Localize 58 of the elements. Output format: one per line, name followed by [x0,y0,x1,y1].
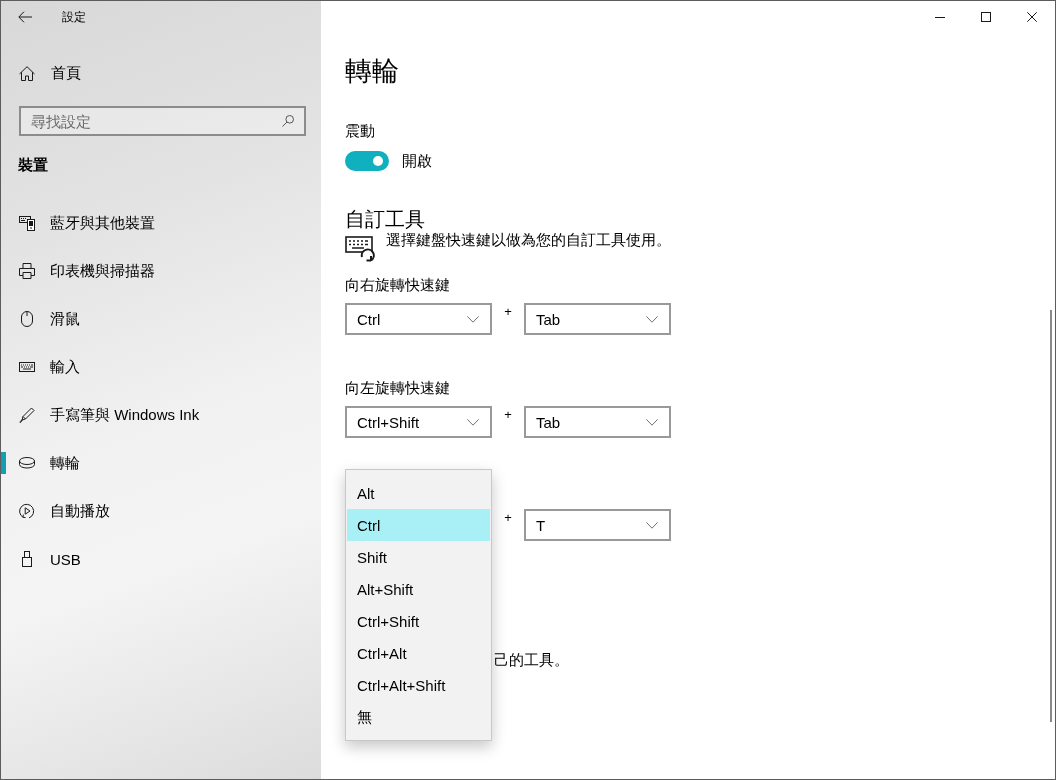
chevron-down-icon [646,418,658,426]
chevron-down-icon [646,315,658,323]
chevron-down-icon [467,418,479,426]
shortcut-label: 向右旋轉快速鍵 [345,275,451,295]
sidebar-item[interactable]: 自動播放 [1,487,321,535]
plus-sign: + [504,408,512,422]
section-heading: 自訂工具 [345,207,425,232]
sidebar-item[interactable]: 滑鼠 [1,295,321,343]
dropdown-option[interactable]: Ctrl+Shift [347,605,490,637]
scrollbar[interactable] [1050,310,1052,722]
window-title: 設定 [62,9,86,25]
keyboard-icon [19,362,35,372]
modifier-dropdown[interactable]: Ctrl+Shift [345,406,492,438]
plus-sign: + [504,305,512,319]
close-icon [1027,12,1037,22]
key-dropdown[interactable]: T [524,509,671,541]
sidebar-item[interactable]: 輸入 [1,343,321,391]
devices-icon [19,215,35,231]
dropdown-option[interactable]: Ctrl+Alt+Shift [347,669,490,701]
key-dropdown[interactable]: Tab [524,303,671,335]
sidebar-item[interactable]: USB [1,535,321,583]
plus-sign: + [504,511,512,525]
play-circle-icon [19,503,35,519]
minimize-icon [935,16,945,18]
mouse-icon [21,311,33,327]
sidebar-item[interactable]: 藍牙與其他裝置 [1,199,321,247]
dropdown-option[interactable]: Ctrl [347,509,490,541]
usb-drive-icon [22,551,32,567]
key-dropdown[interactable]: Tab [524,406,671,438]
back-icon [18,11,32,23]
search-field[interactable]: 尋找設定 [19,106,306,136]
sidebar-item[interactable]: 印表機與掃描器 [1,247,321,295]
chevron-down-icon [467,315,479,323]
home-link[interactable]: 首頁 [1,49,321,97]
page-title: 轉輪 [345,55,399,88]
setting-label: 震動 [345,121,375,141]
modifier-dropdown[interactable]: Ctrl [345,303,492,335]
sidebar-item[interactable]: 手寫筆與 Windows Ink [1,391,321,439]
maximize-icon [981,12,991,22]
home-icon [19,65,35,81]
toggle-label: 開啟 [402,151,432,171]
dropdown-option[interactable]: Ctrl+Alt [347,637,490,669]
dropdown-option[interactable]: Shift [347,541,490,573]
description-text: 己的工具。 [494,650,569,670]
toggle-switch[interactable] [345,151,389,171]
dropdown-option[interactable]: Alt+Shift [347,573,490,605]
section-heading: 裝置 [17,155,48,175]
printer-icon [19,263,35,279]
description-text: 選擇鍵盤快速鍵以做為您的自訂工具使用。 [386,230,671,250]
chevron-down-icon [646,521,658,529]
dropdown-option[interactable]: 無 [347,701,490,733]
keyboard-arrow-icon [345,236,375,263]
shortcut-label: 向左旋轉快速鍵 [345,378,451,398]
dial-icon [19,457,35,469]
sidebar-item[interactable]: 轉輪 [1,439,321,487]
dropdown-option[interactable]: Alt [347,477,490,509]
pen-icon [19,407,35,423]
search-icon [282,115,294,127]
